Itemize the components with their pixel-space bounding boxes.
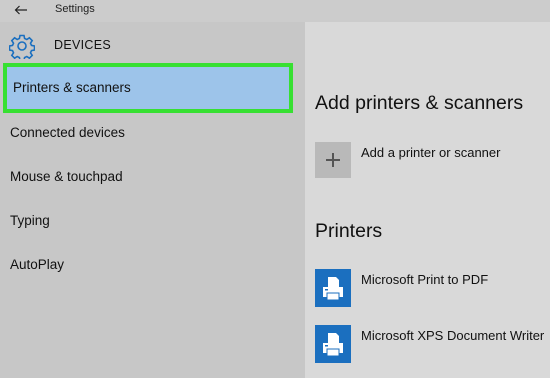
sidebar-item-typing[interactable]: Typing	[0, 200, 305, 244]
sidebar: DEVICES Printers & scanners Connected de…	[0, 22, 305, 378]
main-panel: Add printers & scanners Add a printer or…	[305, 22, 550, 378]
section-title: DEVICES	[54, 38, 111, 52]
printer-name: Microsoft Print to PDF	[361, 272, 489, 287]
sidebar-item-printers-scanners[interactable]: Printers & scanners	[3, 63, 293, 113]
window-title: Settings	[55, 3, 95, 15]
sidebar-item-label: Typing	[10, 213, 50, 228]
back-arrow-icon	[14, 5, 27, 15]
sidebar-item-label: Printers & scanners	[13, 80, 131, 95]
sidebar-item-label: AutoPlay	[10, 257, 65, 272]
section-header: DEVICES	[0, 30, 305, 60]
printer-name: Microsoft XPS Document Writer	[361, 328, 545, 343]
title-bar: Settings	[0, 0, 550, 22]
back-button[interactable]	[10, 1, 32, 19]
printer-icon	[315, 325, 351, 363]
add-printers-heading: Add printers & scanners	[315, 92, 524, 114]
printer-item-pdf[interactable]: Microsoft Print to PDF	[315, 269, 550, 307]
printers-heading: Printers	[315, 220, 383, 242]
sidebar-item-mouse-touchpad[interactable]: Mouse & touchpad	[0, 156, 305, 200]
gear-icon	[9, 34, 35, 59]
sidebar-item-label: Mouse & touchpad	[10, 169, 123, 184]
printer-item-xps[interactable]: Microsoft XPS Document Writer	[315, 325, 550, 363]
sidebar-item-label: Connected devices	[10, 125, 125, 140]
sidebar-item-autoplay[interactable]: AutoPlay	[0, 244, 305, 288]
plus-icon	[315, 142, 351, 178]
settings-window: Settings DEVICES Printers & scanners Con…	[0, 0, 550, 378]
add-printer-button[interactable]: Add a printer or scanner	[315, 140, 550, 178]
sidebar-item-connected-devices[interactable]: Connected devices	[0, 112, 305, 156]
printer-icon	[315, 269, 351, 307]
add-printer-label: Add a printer or scanner	[361, 145, 501, 160]
